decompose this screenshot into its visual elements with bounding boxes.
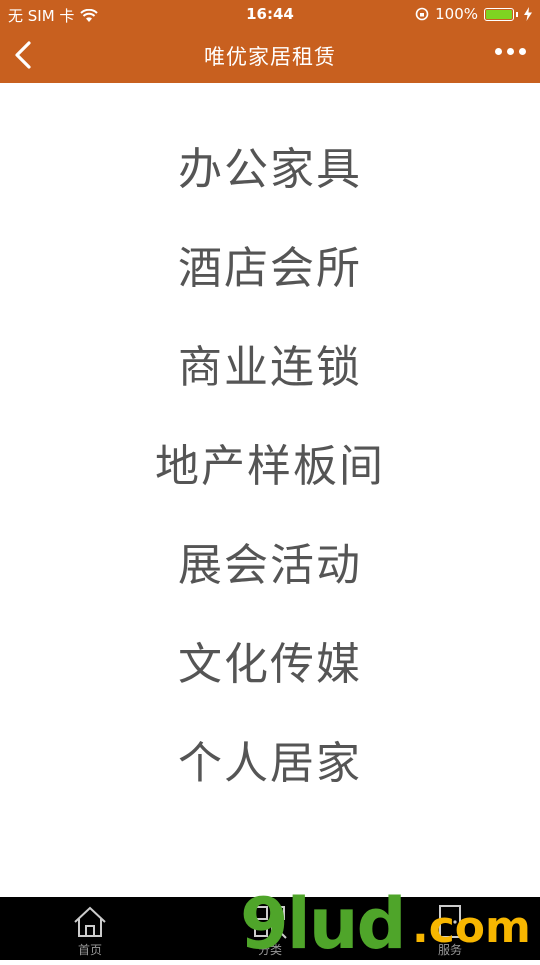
battery-tip bbox=[516, 11, 518, 17]
category-menu: 办公家具 酒店会所 商业连锁 地产样板间 展会活动 文化传媒 个人居家 bbox=[0, 120, 540, 813]
more-dot bbox=[495, 48, 502, 55]
menu-item-personal-home[interactable]: 个人居家 bbox=[0, 714, 540, 813]
door-icon bbox=[439, 905, 461, 938]
battery-fill bbox=[486, 9, 512, 19]
menu-item-model-house[interactable]: 地产样板间 bbox=[0, 417, 540, 516]
tab-bar: 首页 分类 服务 bbox=[0, 897, 540, 960]
more-dots-icon[interactable] bbox=[495, 48, 526, 55]
tab-home[interactable]: 首页 bbox=[0, 897, 180, 960]
charging-bolt-icon bbox=[524, 7, 532, 21]
status-right: 100% bbox=[415, 5, 532, 23]
menu-item-culture-media[interactable]: 文化传媒 bbox=[0, 615, 540, 714]
home-icon bbox=[74, 906, 106, 937]
tab-home-label: 首页 bbox=[77, 943, 102, 957]
menu-item-exhibition-event[interactable]: 展会活动 bbox=[0, 516, 540, 615]
status-bar: 无 SIM 卡 16:44 100% bbox=[0, 0, 540, 28]
grid-search-icon bbox=[254, 906, 287, 939]
battery-icon bbox=[484, 7, 514, 21]
menu-item-commercial-chain[interactable]: 商业连锁 bbox=[0, 318, 540, 417]
more-dot bbox=[507, 48, 514, 55]
tab-category-label: 分类 bbox=[257, 943, 282, 957]
orientation-lock-icon bbox=[415, 7, 429, 21]
nav-bar: 唯优家居租赁 bbox=[0, 28, 540, 83]
menu-item-hotel-club[interactable]: 酒店会所 bbox=[0, 219, 540, 318]
tab-category[interactable]: 分类 bbox=[180, 897, 360, 960]
battery-percent: 100% bbox=[435, 5, 478, 23]
tab-service[interactable]: 服务 bbox=[360, 897, 540, 960]
tab-service-label: 服务 bbox=[437, 943, 462, 957]
menu-item-office-furniture[interactable]: 办公家具 bbox=[0, 120, 540, 219]
page-title: 唯优家居租赁 bbox=[204, 45, 336, 69]
more-dot bbox=[519, 48, 526, 55]
